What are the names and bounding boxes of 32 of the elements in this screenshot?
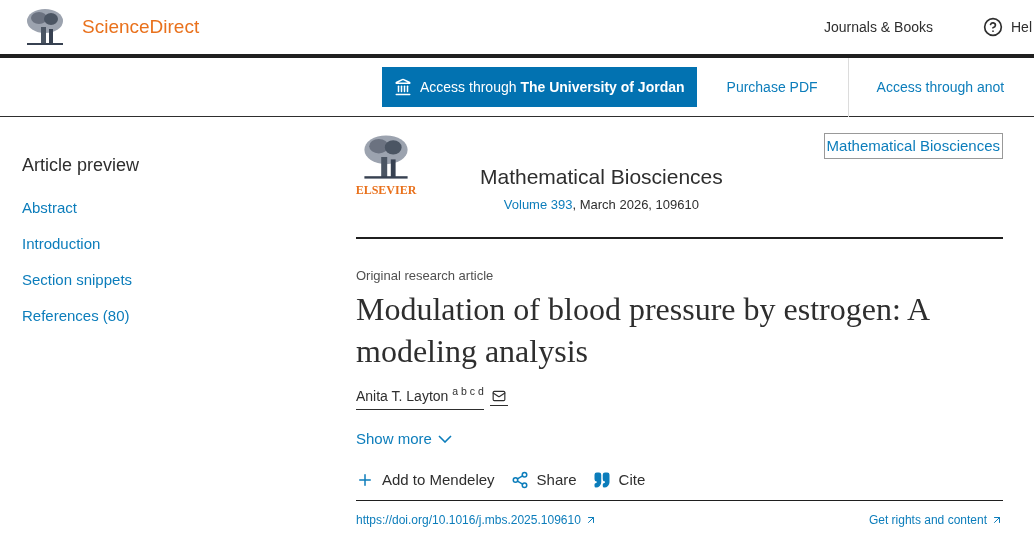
article-type: Original research article — [356, 267, 495, 285]
sidebar-title: Article preview — [22, 154, 141, 177]
sidebar-link[interactable]: Section snippets — [22, 269, 356, 305]
sidebar-link[interactable]: Introduction — [22, 233, 356, 269]
quote-icon — [592, 471, 611, 489]
purchase-pdf-link[interactable]: Purchase PDF — [726, 76, 818, 98]
cite-button[interactable]: Cite — [592, 468, 646, 492]
access-other-link[interactable]: Access through anot — [876, 76, 1005, 98]
help-link[interactable]: Hel — [983, 16, 1032, 38]
institution-access-button[interactable]: Access through The University of Jordan — [382, 67, 697, 107]
brand-logo[interactable]: ScienceDirect — [82, 12, 200, 42]
publisher-name: ELSEVIER — [355, 182, 417, 199]
rights-link[interactable]: Get rights and content — [868, 511, 1003, 529]
plus-icon — [356, 471, 374, 489]
author-link[interactable]: Anita T. Layton $^{a b c d}$ — [356, 385, 484, 410]
external-link-icon — [991, 514, 1003, 526]
journal-cover-placeholder[interactable]: Mathematical Biosciences — [823, 133, 1003, 159]
show-more-button[interactable]: Show more — [356, 427, 452, 450]
share-icon — [510, 471, 529, 489]
sidebar-link[interactable]: References (80) — [22, 305, 356, 341]
share-button[interactable]: Share — [510, 468, 577, 492]
article-title: Modulation of blood pressure by estrogen: A modeling analysis — [356, 289, 930, 371]
institution-icon — [394, 78, 412, 96]
add-button[interactable]: Add to Mendeley — [356, 468, 495, 492]
sidebar-link[interactable]: Abstract — [22, 197, 356, 233]
chevron-down-icon — [437, 434, 452, 443]
journal-title[interactable]: Mathematical Biosciences — [480, 161, 723, 193]
issue-details: , March 2026, 109610 — [572, 196, 699, 212]
help-icon — [983, 17, 1003, 37]
email-icon[interactable] — [489, 389, 508, 406]
doi-link[interactable]: https://doi.org/10.1016/j.mbs.2025.109610 — [356, 511, 597, 529]
nav-link[interactable]: Journals & Books — [824, 16, 933, 38]
